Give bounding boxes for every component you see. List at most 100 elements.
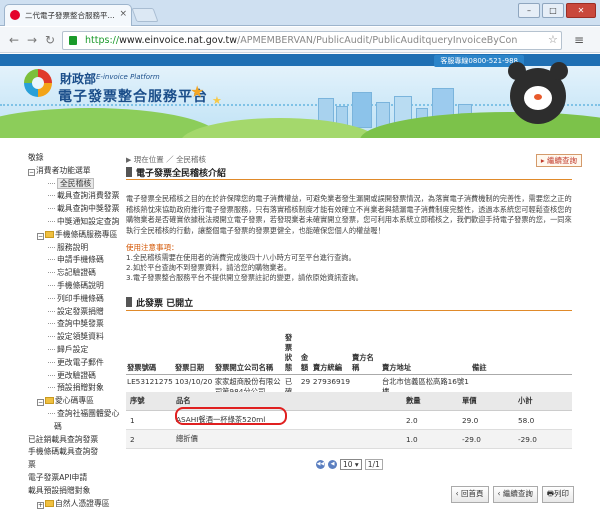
new-tab-button[interactable] [131,8,159,22]
col-header: 序號 [126,392,172,411]
sidebar-item[interactable]: 電子發票API申請 [28,472,130,483]
home-button-label: 回首頁 [461,489,484,498]
item-unit-price: -29.0 [458,429,514,449]
col-header: 金額 [299,332,312,375]
sidebar-item[interactable]: 載具預設捐贈對象 [28,485,130,496]
sidebar-item[interactable]: − 消費者功能選單 [28,165,130,176]
sidebar-item[interactable]: + 自然人憑證專區 [28,498,130,509]
tree-line [48,413,55,414]
print-button-label: 列印 [554,489,569,498]
table-header-row: 發票號碼 發票日期 發票開立公司名稱 發票狀態 金額 賣方統編 賣方名稱 賣方地… [126,332,572,375]
window-controls: – □ ✕ [518,3,596,18]
sidebar-item-label: 中獎通知設定查詢 [57,217,120,226]
item-seq: 1 [126,410,172,430]
sidebar-item[interactable]: 設定發票捐贈 [28,306,130,317]
sidebar-item-label: 預設捐贈對象 [57,383,104,393]
forward-icon[interactable]: → [24,32,40,48]
sidebar-item[interactable]: − 愛心碼專區 [28,395,130,407]
site-header-banner: 客服專線0800-521-988 財政部 E-invoice Platform … [0,54,600,138]
print-button[interactable]: 🖶列印 [541,486,574,503]
sidebar-item[interactable]: 忘記驗證碼 [28,267,130,278]
sidebar-item[interactable]: 全民稽核 [28,177,130,189]
address-bar[interactable]: https://www.einvoice.nat.gov.tw/APMEMBER… [62,31,562,50]
reload-icon[interactable]: ↻ [42,32,58,48]
platform-title: 電子發票整合服務平台 [58,89,208,105]
item-subtotal: -29.0 [514,429,572,449]
sidebar-item-label: 全民稽核 [57,177,95,189]
sidebar-item[interactable]: − 手機條碼服務專區 [28,229,130,240]
sidebar-item[interactable]: 中獎通知設定查詢 [28,216,130,227]
ministry-name: 財政部 [60,72,97,86]
sidebar-item[interactable]: 查詢中獎發票 [28,318,130,329]
sidebar-item[interactable]: 申請手機條碼 [28,254,130,265]
sidebar-item[interactable]: 手機條碼說明 [28,280,130,291]
sidebar-item[interactable]: 設定領獎資料 [28,331,130,342]
tree-line [48,387,55,389]
col-header: 賣方統編 [311,332,351,375]
hill-decoration [180,118,380,138]
sidebar-item[interactable]: 敬錄 [28,152,130,163]
maximize-icon[interactable]: □ [542,3,564,18]
item-subtotal: 58.0 [514,410,572,430]
sidebar-item[interactable]: 列印手機條碼 [28,293,130,304]
tree-line [48,285,55,286]
sidebar-item[interactable]: 更改驗證碼 [28,370,130,381]
page-size-select[interactable]: 10 ▾ [340,459,362,470]
col-header: 備註 [470,332,572,375]
item-qty: 1.0 [402,429,458,449]
browser-tab[interactable]: 二代電子發票整合服務平... × [4,4,132,26]
sidebar-item-label: 敬錄 [28,153,44,162]
sidebar-item[interactable]: 服務說明 [28,242,130,253]
sidebar-item[interactable]: 載具查詢中獎發票 [28,203,130,214]
sidebar-item-label: 手機條碼說明 [57,281,104,290]
printer-icon: 🖶 [546,489,554,498]
col-header: 發票日期 [173,332,214,375]
first-page-icon[interactable]: ◀◀ [316,460,325,469]
browser-menu-icon[interactable]: ≡ [574,33,584,47]
browser-toolbar: ← → ↻ https://www.einvoice.nat.gov.tw/AP… [0,27,600,53]
einvoice-logo-icon[interactable] [24,69,52,97]
ministry-english: E-invoice Platform [96,73,160,81]
tree-line [48,310,55,312]
sidebar-item-label: 歸戶設定 [57,345,89,354]
col-header: 賣方名稱 [350,332,381,375]
collapse-icon[interactable]: − [37,232,44,240]
sidebar-item-label: 忘記驗證碼 [57,268,96,278]
breadcrumb-current[interactable]: 全民稽核 [176,155,206,164]
sidebar-item[interactable]: 更改電子郵件 [28,357,130,368]
expand-icon[interactable]: + [37,501,44,509]
sidebar-item-label: 查詢中獎發票 [57,319,104,329]
prev-page-icon[interactable]: ◀ [328,460,337,469]
close-window-icon[interactable]: ✕ [566,3,596,18]
tab-close-icon[interactable]: × [119,9,127,19]
back-icon[interactable]: ← [6,32,22,48]
tree-line [48,259,55,261]
bookmark-star-icon[interactable]: ☆ [548,33,558,46]
sidebar-item-label: 更改電子郵件 [57,357,104,367]
sidebar-item[interactable]: 查詢社福團體愛心 [28,408,130,419]
tree-line [48,297,55,299]
col-header: 發票號碼 [126,332,174,375]
sidebar-item[interactable]: 已註銷載具查詢發票 [28,434,130,445]
tree-line [48,195,55,197]
title-marker-icon [126,167,132,177]
title-marker-icon [126,297,132,307]
minimize-icon[interactable]: – [518,3,540,18]
collapse-icon[interactable]: − [37,399,44,407]
sidebar-item-label: 查詢社福團體愛心 [57,409,120,418]
sidebar-item[interactable]: 碼 [28,421,130,432]
sidebar-item[interactable]: 票 [28,459,130,470]
page-indicator: 1/1 [364,459,383,470]
sidebar-item[interactable]: 載具查詢消費發票 [28,190,130,201]
breadcrumb: ▶ 現在位置 ／ 全民稽核 [126,154,206,165]
sidebar-item-label: 更改驗證碼 [57,370,96,380]
sidebar-item[interactable]: 預設捐贈對象 [28,382,130,393]
sidebar-item-label: 愛心碼專區 [55,396,94,406]
sidebar-item[interactable]: 手機條碼載具查詢發 [28,446,130,457]
sidebar-item[interactable]: 歸戶設定 [28,344,130,355]
collapse-icon[interactable]: − [28,168,35,176]
home-button[interactable]: ‹ 回首頁 [450,486,489,503]
table-row: 2 總折價 1.0 -29.0 -29.0 [126,429,572,449]
intro-paragraph: 電子發票全民稽核之目的在於許保障您的電子消費權益，可避免業者發生漏開或誤開發票情… [126,194,572,235]
continue-query-button[interactable]: ‹ 繼續查詢 [492,486,538,503]
